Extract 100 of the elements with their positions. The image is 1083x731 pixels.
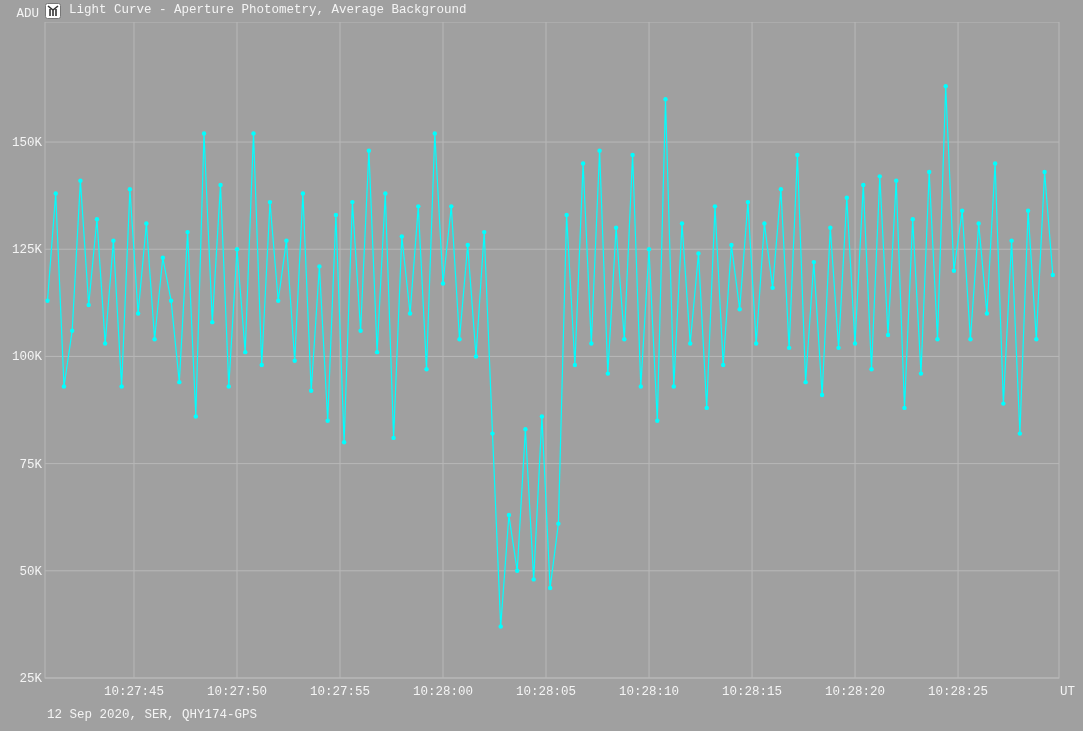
- data-point: [399, 234, 404, 239]
- data-point: [655, 418, 660, 423]
- data-point: [992, 161, 998, 166]
- data-point: [473, 354, 479, 359]
- data-point: [210, 319, 215, 325]
- data-point: [803, 379, 808, 385]
- data-point: [968, 337, 973, 342]
- data-point: [78, 178, 83, 183]
- y-axis-label: ADU: [15, 7, 40, 21]
- y-tick-label: 100K: [12, 350, 42, 365]
- data-point: [811, 259, 817, 265]
- data-point: [292, 358, 297, 363]
- data-point: [638, 384, 643, 389]
- data-point: [679, 221, 685, 226]
- data-point: [127, 187, 133, 192]
- data-point: [119, 384, 124, 389]
- data-point: [45, 298, 50, 303]
- data-point: [350, 199, 355, 205]
- data-point: [671, 384, 676, 389]
- data-point: [53, 191, 58, 196]
- data-point: [605, 371, 611, 376]
- data-point: [597, 148, 602, 153]
- data-point: [902, 405, 907, 411]
- data-point: [160, 255, 166, 260]
- data-point: [432, 131, 437, 136]
- data-point: [762, 221, 767, 226]
- data-point: [333, 212, 339, 218]
- data-point: [704, 405, 709, 411]
- data-point: [457, 337, 462, 342]
- data-point: [506, 512, 512, 518]
- x-axis-label: UT: [1060, 685, 1075, 699]
- data-point: [135, 311, 141, 316]
- data-point: [1042, 169, 1047, 175]
- y-tick-label: 25K: [19, 672, 42, 686]
- data-point: [531, 577, 536, 582]
- data-point: [1034, 337, 1039, 342]
- data-point: [935, 337, 940, 342]
- data-point: [959, 208, 965, 213]
- data-point: [267, 199, 273, 205]
- data-point: [317, 264, 322, 269]
- data-point: [168, 298, 174, 303]
- data-point: [622, 337, 627, 342]
- data-point: [226, 384, 231, 389]
- data-point: [572, 362, 578, 368]
- data-point: [580, 161, 586, 166]
- data-point: [490, 431, 495, 436]
- data-point: [218, 182, 223, 188]
- data-point: [688, 341, 693, 346]
- data-point: [449, 204, 454, 209]
- data-point: [102, 341, 108, 346]
- data-point: [778, 187, 784, 192]
- data-point: [894, 178, 899, 183]
- window-title: Light Curve - Aperture Photometry, Average Background: [69, 3, 467, 17]
- data-point: [770, 285, 775, 291]
- data-point: [523, 427, 528, 432]
- y-tick-label: 75K: [19, 457, 42, 472]
- data-point: [259, 362, 264, 368]
- data-point: [193, 414, 198, 419]
- app-icon: [45, 3, 61, 19]
- data-point: [613, 225, 619, 230]
- x-tick-label: 10:28:10: [619, 685, 680, 699]
- data-point: [465, 242, 470, 248]
- x-tick-label: 10:28:05: [516, 685, 577, 699]
- data-point: [152, 337, 157, 342]
- data-point: [1009, 238, 1014, 243]
- x-tick-label: 10:28:25: [928, 685, 989, 699]
- x-tick-label: 10:28:00: [413, 685, 474, 699]
- data-point: [111, 238, 116, 243]
- x-tick-label: 10:28:20: [825, 685, 886, 699]
- data-point: [753, 341, 759, 346]
- data-point: [721, 362, 726, 368]
- y-tick-label: 50K: [19, 564, 42, 579]
- data-point: [646, 247, 652, 252]
- data-point: [885, 332, 891, 338]
- data-point: [696, 251, 701, 256]
- data-point: [712, 204, 718, 209]
- data-point: [663, 97, 668, 102]
- data-point: [737, 307, 742, 312]
- data-point: [243, 349, 248, 355]
- x-tick-label: 10:27:55: [310, 685, 370, 699]
- data-point: [745, 199, 751, 205]
- data-point: [366, 148, 372, 153]
- data-point: [539, 414, 545, 419]
- data-point: [177, 379, 182, 385]
- data-point: [201, 131, 207, 136]
- data-point: [251, 131, 256, 136]
- data-point: [61, 384, 67, 389]
- data-point: [836, 345, 841, 351]
- data-point: [861, 182, 866, 188]
- data-point: [515, 568, 520, 573]
- x-tick-label: 10:27:50: [207, 685, 267, 699]
- data-point: [795, 152, 800, 158]
- data-point: [144, 221, 149, 226]
- observation-info: 12 Sep 2020, SER, QHY174-GPS: [47, 708, 258, 722]
- data-point: [828, 225, 833, 230]
- data-point: [918, 371, 924, 376]
- data-point: [556, 521, 561, 526]
- data-point: [383, 191, 388, 196]
- data-point: [498, 624, 503, 629]
- y-tick-label: 125K: [12, 243, 42, 258]
